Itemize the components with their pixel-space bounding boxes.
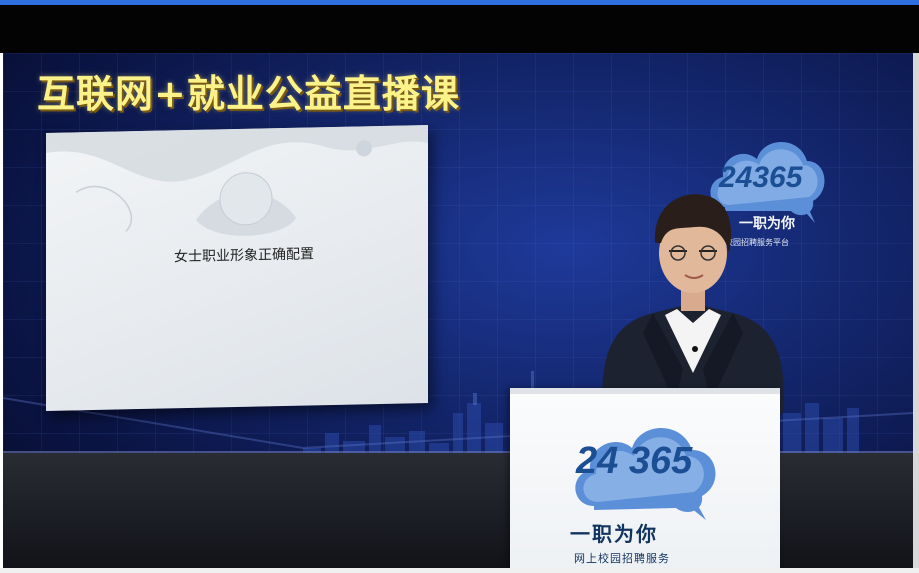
video-frame[interactable]: 互联网+就业公益直播课 女士职业形象正确配置 24365 一职为你 校园招聘服务… [3, 53, 913, 568]
podium-logo-subtitle: 网上校园招聘服务 [574, 552, 670, 565]
podium: 24 365 一职为你 网上校园招聘服务 [510, 388, 780, 568]
presentation-slide: 女士职业形象正确配置 [46, 124, 428, 412]
bottom-edge-strip [0, 568, 919, 573]
letterbox-band [0, 5, 919, 53]
podium-logo-number: 24 365 [576, 440, 693, 482]
podium-brand-logo: 24 365 一职为你 网上校园招聘服务 [568, 410, 728, 565]
podium-top-edge [510, 388, 780, 394]
slide-heading: 女士职业形象正确配置 [174, 246, 314, 266]
podium-logo-slogan: 一职为你 [570, 522, 658, 546]
slide-background-art [46, 124, 428, 236]
program-title: 互联网+就业公益直播课 [37, 71, 460, 116]
presenter-figure [602, 194, 784, 413]
right-edge-strip [913, 53, 919, 568]
